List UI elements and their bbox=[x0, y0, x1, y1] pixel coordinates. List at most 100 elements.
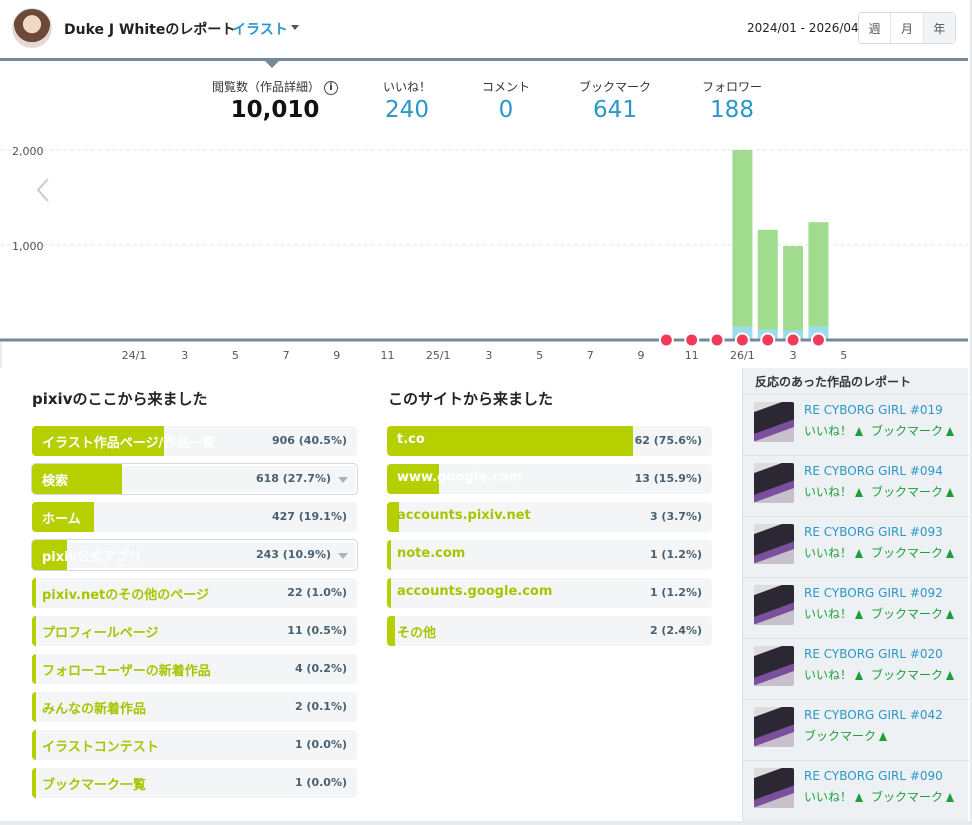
pixiv-referrer-count: 427 (19.1%) bbox=[271, 510, 347, 523]
pixiv-referrer-label: pixiv公式アプリ bbox=[42, 550, 143, 565]
site-referrer-count: 1 (1.2%) bbox=[649, 548, 702, 561]
work-thumbnail[interactable] bbox=[754, 646, 794, 686]
period-year-button[interactable]: 年 bbox=[922, 13, 955, 43]
caret-down-icon[interactable] bbox=[291, 25, 299, 30]
pixiv-referrer-count: 2 (0.1%) bbox=[294, 700, 347, 713]
x-tick-label: 7 bbox=[587, 349, 594, 362]
pixiv-referrer-row: ホーム 427 (19.1%) bbox=[32, 502, 357, 532]
work-title-link[interactable]: RE CYBORG GIRL #019 bbox=[804, 403, 943, 417]
event-marker[interactable] bbox=[785, 332, 801, 348]
site-referrer-row: t.co 62 (75.6%) bbox=[387, 426, 712, 456]
stat-comments[interactable]: コメント 0 bbox=[466, 78, 546, 123]
stat-likes[interactable]: いいね！ 240 bbox=[367, 78, 447, 123]
pixiv-referrer-row: プロフィールページ 11 (0.5%) bbox=[32, 616, 357, 646]
reaction-badge-label: ブックマーク bbox=[871, 424, 944, 438]
pixiv-referrer-share-bar bbox=[32, 578, 36, 608]
period-week-button[interactable]: 週 bbox=[859, 13, 890, 43]
work-item[interactable]: RE CYBORG GIRL #019 いいね！ ブックマーク bbox=[743, 394, 969, 454]
work-thumbnail[interactable] bbox=[754, 585, 794, 625]
chart-bar[interactable] bbox=[732, 150, 753, 327]
works-report-title: 反応のあった作品のレポート bbox=[755, 375, 912, 389]
site-referrers-title: このサイトから来ました bbox=[388, 390, 554, 408]
stat-comments-value: 0 bbox=[498, 97, 514, 123]
work-thumbnail[interactable] bbox=[754, 524, 794, 564]
pixiv-referrer-label: ブックマーク一覧 bbox=[42, 778, 147, 793]
work-reaction-badges: いいね！ ブックマーク bbox=[804, 544, 962, 561]
chart-bar[interactable] bbox=[757, 229, 778, 330]
site-referrer-count: 62 (75.6%) bbox=[634, 434, 702, 447]
work-title-link[interactable]: RE CYBORG GIRL #092 bbox=[804, 586, 943, 600]
selected-metric-pointer bbox=[262, 58, 282, 68]
site-referrer-share-bar bbox=[387, 616, 395, 646]
category-dropdown[interactable]: イラスト bbox=[232, 19, 288, 39]
x-tick-label: 3 bbox=[485, 349, 492, 362]
pixiv-referrer-share-bar bbox=[32, 654, 36, 684]
pixiv-referrer-count: 4 (0.2%) bbox=[294, 662, 347, 675]
x-tick-label: 11 bbox=[685, 349, 699, 362]
x-tick-label: 5 bbox=[536, 349, 543, 362]
work-reaction-badges: いいね！ ブックマーク bbox=[804, 666, 962, 683]
pixiv-referrer-label: ホーム bbox=[42, 512, 81, 527]
expand-caret-icon[interactable] bbox=[338, 477, 348, 483]
arrow-up-icon bbox=[855, 488, 864, 497]
chart-bar[interactable] bbox=[808, 222, 829, 327]
arrow-up-icon bbox=[946, 427, 955, 436]
site-referrer-count: 3 (3.7%) bbox=[649, 510, 702, 523]
period-month-button[interactable]: 月 bbox=[890, 13, 922, 43]
work-title-link[interactable]: RE CYBORG GIRL #090 bbox=[804, 769, 943, 783]
pixiv-referrer-share-bar bbox=[32, 692, 36, 722]
stat-followers[interactable]: フォロワー 188 bbox=[690, 78, 774, 123]
event-marker[interactable] bbox=[760, 332, 776, 348]
work-item[interactable]: RE CYBORG GIRL #042 ブックマーク bbox=[743, 699, 969, 759]
chevron-left-icon[interactable] bbox=[34, 177, 52, 203]
work-reaction-badges: いいね！ ブックマーク bbox=[804, 788, 962, 805]
stat-followers-label: フォロワー bbox=[701, 80, 762, 94]
work-thumbnail[interactable] bbox=[754, 463, 794, 503]
stat-bookmarks-value: 641 bbox=[593, 97, 637, 123]
reaction-badge-label: いいね！ bbox=[804, 607, 853, 621]
arrow-up-icon bbox=[946, 793, 955, 802]
pixiv-referrer-row[interactable]: pixiv公式アプリ 243 (10.9%) bbox=[31, 539, 358, 571]
x-tick-label: 25/1 bbox=[426, 349, 451, 362]
pixiv-referrer-count: 22 (1.0%) bbox=[287, 586, 347, 599]
event-marker[interactable] bbox=[709, 332, 725, 348]
pixiv-referrer-row: イラスト作品ページ/作品一覧 906 (40.5%) bbox=[32, 426, 357, 456]
pixiv-referrer-count: 618 (27.7%) bbox=[255, 472, 331, 485]
chart-bar[interactable] bbox=[783, 245, 804, 331]
work-thumbnail[interactable] bbox=[754, 402, 794, 442]
event-marker[interactable] bbox=[734, 332, 750, 348]
work-reaction-badges: いいね！ ブックマーク bbox=[804, 483, 962, 500]
site-referrer-row: accounts.google.com 1 (1.2%) bbox=[387, 578, 712, 608]
expand-caret-icon[interactable] bbox=[338, 553, 348, 559]
arrow-up-icon bbox=[855, 793, 864, 802]
x-tick-label: 26/1 bbox=[730, 349, 755, 362]
date-range[interactable]: 2024/01 - 2026/04 bbox=[747, 21, 859, 35]
work-item[interactable]: RE CYBORG GIRL #090 いいね！ ブックマーク bbox=[743, 760, 969, 820]
reaction-badge-label: いいね！ bbox=[804, 424, 853, 438]
stat-bookmarks[interactable]: ブックマーク 641 bbox=[570, 78, 660, 123]
work-thumbnail[interactable] bbox=[754, 707, 794, 747]
work-item[interactable]: RE CYBORG GIRL #020 いいね！ ブックマーク bbox=[743, 638, 969, 698]
work-title-link[interactable]: RE CYBORG GIRL #042 bbox=[804, 708, 943, 722]
stat-followers-value: 188 bbox=[710, 97, 754, 123]
site-referrer-count: 2 (2.4%) bbox=[649, 624, 702, 637]
work-title-link[interactable]: RE CYBORG GIRL #020 bbox=[804, 647, 943, 661]
site-referrer-row: その他 2 (2.4%) bbox=[387, 616, 712, 646]
event-marker[interactable] bbox=[658, 332, 674, 348]
info-icon[interactable]: i bbox=[324, 80, 338, 95]
work-title-link[interactable]: RE CYBORG GIRL #093 bbox=[804, 525, 943, 539]
work-item[interactable]: RE CYBORG GIRL #093 いいね！ ブックマーク bbox=[743, 516, 969, 576]
reaction-badge-label: いいね！ bbox=[804, 790, 853, 804]
stat-views[interactable]: 閲覧数（作品詳細） i 10,010 bbox=[205, 78, 345, 123]
work-item[interactable]: RE CYBORG GIRL #092 いいね！ ブックマーク bbox=[743, 577, 969, 637]
arrow-up-icon bbox=[946, 610, 955, 619]
pixiv-referrer-label: pixiv.netのその他のページ bbox=[42, 588, 209, 603]
work-title-link[interactable]: RE CYBORG GIRL #094 bbox=[804, 464, 943, 478]
event-marker[interactable] bbox=[684, 332, 700, 348]
event-marker[interactable] bbox=[810, 332, 826, 348]
work-thumbnail[interactable] bbox=[754, 768, 794, 808]
user-avatar[interactable] bbox=[12, 8, 52, 48]
work-item[interactable]: RE CYBORG GIRL #094 いいね！ ブックマーク bbox=[743, 455, 969, 515]
pixiv-referrer-row[interactable]: 検索 618 (27.7%) bbox=[31, 463, 358, 495]
y-tick-label: 1,000 bbox=[12, 240, 44, 253]
